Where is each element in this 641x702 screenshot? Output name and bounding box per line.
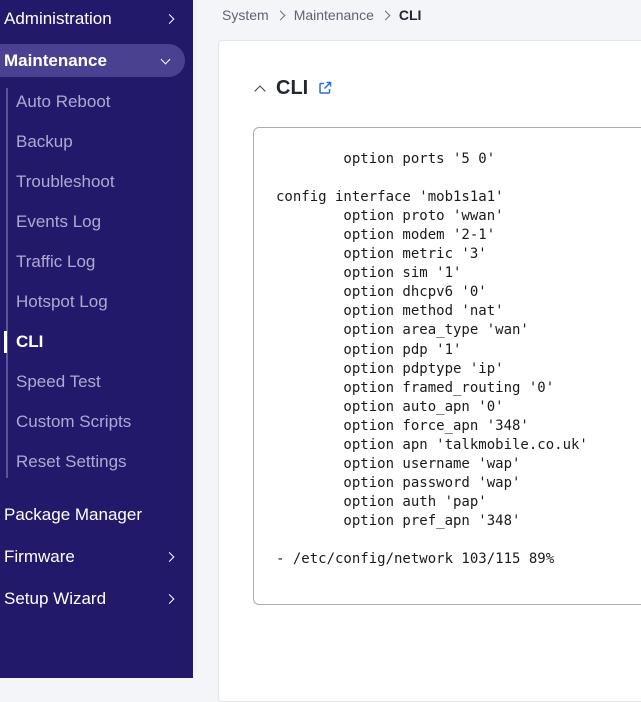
nav-item-label: Maintenance [4, 51, 107, 70]
chevron-right-icon [275, 10, 286, 20]
terminal-line: option apn 'talkmobile.co.uk' [276, 436, 588, 453]
terminal-line: option pref_apn '348' [276, 512, 521, 529]
terminal-line: option framed_routing '0' [276, 379, 555, 396]
terminal-line: option pdptype 'ip' [276, 360, 504, 377]
sidebar-item-speed-test[interactable]: Speed Test [16, 367, 101, 397]
nav-item-label: Firmware [4, 547, 75, 566]
terminal-line: option pdp '1' [276, 341, 462, 358]
section-title: CLI [276, 76, 309, 99]
terminal-line: option force_apn '348' [276, 417, 529, 434]
chevron-down-icon [160, 54, 171, 65]
sidebar-item-auto-reboot[interactable]: Auto Reboot [16, 87, 111, 117]
terminal-line: option sim '1' [276, 265, 462, 282]
sidebar-item-hotspot-log[interactable]: Hotspot Log [16, 287, 108, 317]
cli-terminal[interactable]: option ports '5 0' config interface 'mob1… [253, 127, 641, 605]
section-header: CLI [254, 74, 332, 102]
terminal-line: option metric '3' [276, 246, 487, 263]
nav-item-maintenance[interactable]: Maintenance [0, 44, 185, 77]
active-item-marker [4, 331, 7, 353]
sidebar-item-events-log[interactable]: Events Log [16, 207, 101, 237]
terminal-line: option method 'nat' [276, 303, 504, 320]
terminal-line: option proto 'wwan' [276, 208, 504, 225]
sidebar-item-cli[interactable]: CLI [16, 327, 43, 357]
nav-item-firmware[interactable]: Firmware [4, 539, 189, 575]
chevron-right-icon [164, 14, 175, 24]
chevron-right-icon [164, 594, 175, 604]
chevron-up-icon[interactable] [254, 84, 266, 97]
sidebar-item-troubleshoot[interactable]: Troubleshoot [16, 167, 115, 197]
terminal-line: option auto_apn '0' [276, 398, 504, 415]
submenu-guide-line [6, 88, 8, 478]
chevron-right-icon [380, 10, 391, 20]
terminal-line: option username 'wap' [276, 455, 521, 472]
sidebar-item-traffic-log[interactable]: Traffic Log [16, 247, 95, 277]
terminal-line: option area_type 'wan' [276, 322, 529, 339]
terminal-line: option dhcpv6 '0' [276, 284, 487, 301]
nav-item-package-manager[interactable]: Package Manager [4, 497, 189, 533]
sidebar-item-reset-settings[interactable]: Reset Settings [16, 447, 127, 477]
sidebar-item-backup[interactable]: Backup [16, 127, 73, 157]
nav-item-label: Setup Wizard [4, 589, 107, 608]
terminal-line: - /etc/config/network 103/115 89% [276, 551, 555, 568]
nav-item-administration[interactable]: Administration [4, 1, 189, 37]
sidebar: Administration Maintenance Auto Reboot B… [0, 0, 193, 678]
external-link-icon[interactable] [318, 81, 332, 95]
terminal-line: config interface 'mob1s1a1' [276, 189, 504, 206]
terminal-line: option modem '2-1' [276, 227, 496, 244]
nav-item-setup-wizard[interactable]: Setup Wizard [4, 581, 189, 617]
terminal-line: option password 'wap' [276, 474, 521, 491]
breadcrumb-maintenance[interactable]: Maintenance [294, 7, 374, 23]
sidebar-item-custom-scripts[interactable]: Custom Scripts [16, 407, 131, 437]
chevron-right-icon [164, 552, 175, 562]
terminal-line: option auth 'pap' [276, 493, 487, 510]
nav-item-label: Administration [4, 9, 112, 28]
breadcrumb-system[interactable]: System [222, 7, 269, 23]
breadcrumb: System Maintenance CLI [222, 4, 421, 26]
nav-item-label: Package Manager [4, 505, 142, 524]
breadcrumb-current: CLI [398, 7, 422, 23]
terminal-line: option ports '5 0' [276, 151, 496, 167]
